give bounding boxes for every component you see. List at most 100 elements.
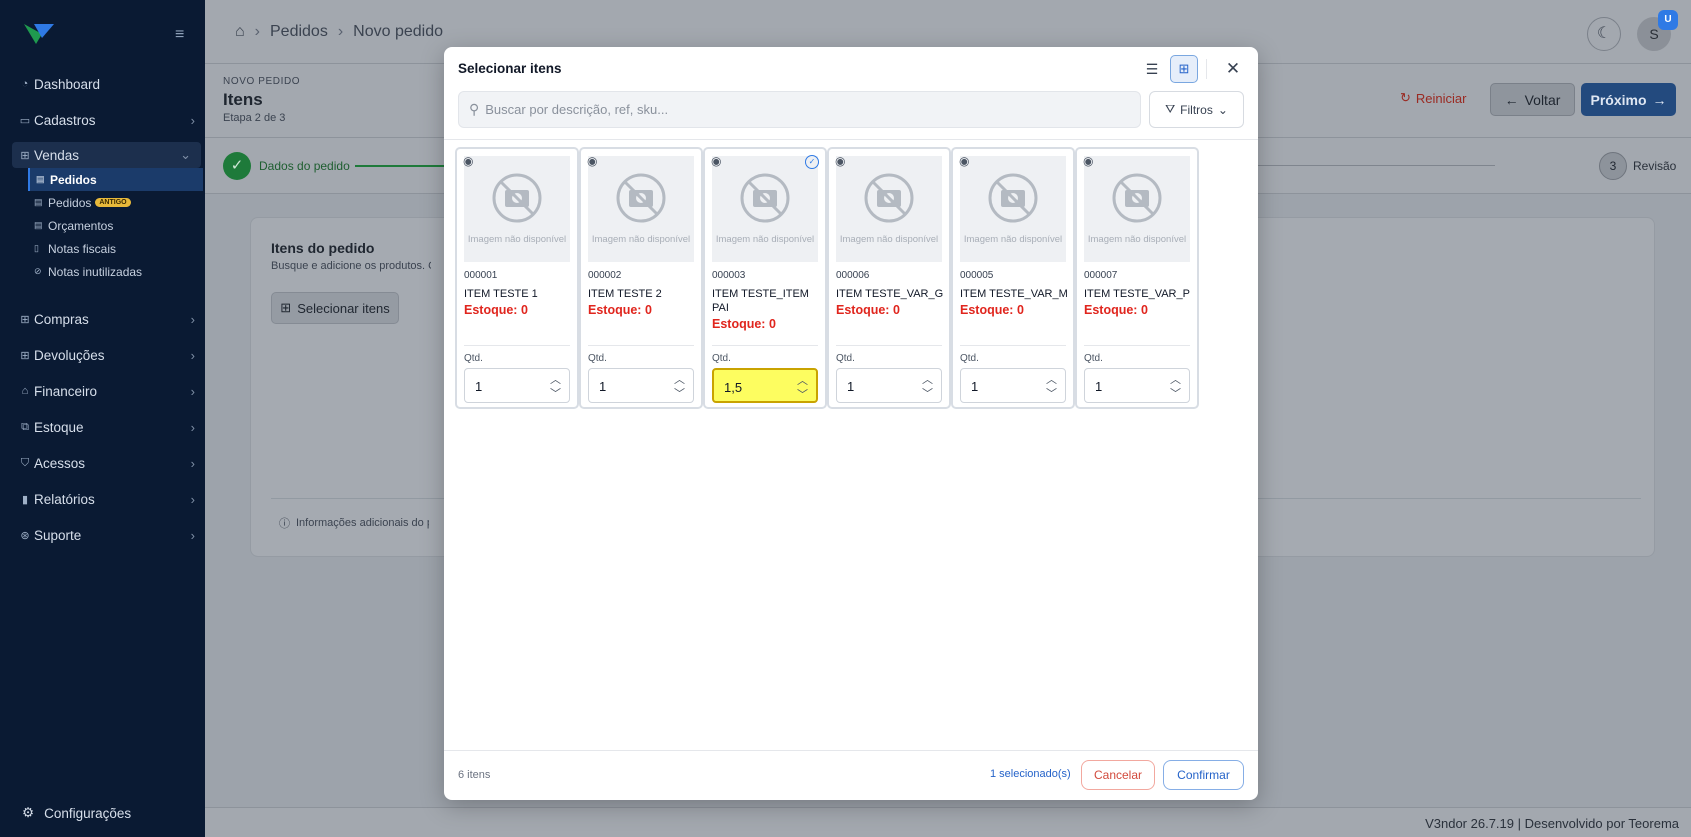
selecionar-itens-button[interactable]: ⊞ Selecionar itens [271,292,399,324]
proximo-button[interactable]: Próximo → [1581,83,1676,116]
product-card[interactable]: Imagem não disponível ◉ 000002 ITEM TEST… [579,147,703,409]
step-3-number: 3 [1599,152,1627,180]
chevron-down-icon[interactable]: ﹀ [1170,385,1181,401]
grid-view-icon[interactable]: ⊞ [1170,55,1198,83]
product-stock: Estoque: 0 [1084,303,1148,317]
quantity-input[interactable] [847,379,917,394]
product-image-placeholder: Imagem não disponível [712,156,818,262]
quantity-input[interactable] [599,379,669,394]
divider [444,139,1258,140]
sub-label: Pedidos [48,195,92,210]
quantity-input[interactable] [475,379,545,394]
product-image-placeholder: Imagem não disponível [1084,156,1190,262]
eye-icon[interactable]: ◉ [463,154,473,168]
chevron-down-icon[interactable]: ﹀ [550,385,561,401]
product-stock: Estoque: 0 [588,303,652,317]
arrow-right-icon: → [1652,91,1667,108]
breadcrumb-pedidos[interactable]: Pedidos [270,23,328,41]
sub-label: Pedidos [50,172,97,187]
nav-item-relatorios[interactable]: ▮ Relatórios › [0,481,205,517]
menu-toggle-icon[interactable]: ≡ [175,26,184,44]
sidebar-item-pedidos[interactable]: ▤ Pedidos [28,168,203,191]
nav-item-cadastros[interactable]: ▭ Cadastros › [0,102,205,138]
items-count: 6 itens [458,769,491,781]
nav-item-configuracoes[interactable]: ⚙ Configurações [22,805,131,821]
close-icon[interactable]: ✕ [1222,56,1244,82]
home-icon[interactable]: ⌂ [235,23,245,41]
card-subtitle: Busque e adicione os produtos. O p [271,260,431,272]
nav-item-vendas[interactable]: ⊞ Vendas ⌄ [12,142,201,168]
filtros-button[interactable]: ⛛ Filtros ⌄ [1149,91,1244,128]
dashboard-icon: ◔ [21,78,29,90]
step-1-label: Dados do pedido [259,159,350,173]
file-icon: ▯ [34,243,39,253]
eye-icon[interactable]: ◉ [1083,154,1093,168]
quantity-input[interactable] [1095,379,1165,394]
chevron-down-icon[interactable]: ﹀ [674,385,685,401]
sidebar-item-orcamentos[interactable]: ▤ Orçamentos [28,214,205,237]
product-image-placeholder: Imagem não disponível [464,156,570,262]
sidebar-item-notas-fiscais[interactable]: ▯ Notas fiscais [28,237,205,260]
nav-item-devolucoes[interactable]: ⊞ Devoluções › [0,337,205,373]
product-stock: Estoque: 0 [712,317,776,331]
no-image-icon [1112,173,1162,223]
nav-item-acessos[interactable]: ⛉ Acessos › [0,445,205,481]
chevron-down-icon[interactable]: ﹀ [797,386,808,402]
reiniciar-label: Reiniciar [1415,90,1467,106]
quantity-stepper: ︿ ﹀ [588,368,694,403]
eye-icon[interactable]: ◉ [587,154,597,168]
selecionar-itens-label: Selecionar itens [297,300,390,316]
nav-item-estoque[interactable]: ⧉ Estoque › [0,409,205,445]
quantity-stepper: ︿ ﹀ [836,368,942,403]
filtros-label: Filtros [1180,102,1213,117]
nav-item-suporte[interactable]: ⊛ Suporte › [0,517,205,553]
search-input[interactable] [485,102,1106,117]
sidebar-item-pedidos-antigo[interactable]: ▤ Pedidos ANTIGO [28,191,205,214]
quantity-stepper: ︿ ﹀ [712,368,818,403]
quantity-input[interactable] [724,380,794,395]
no-image-icon [988,173,1038,223]
quantity-stepper: ︿ ﹀ [960,368,1066,403]
chevron-right-icon: › [190,383,195,399]
product-card[interactable]: Imagem não disponível ◉ 000005 ITEM TEST… [951,147,1075,409]
no-image-caption: Imagem não disponível [963,234,1063,245]
list-view-icon[interactable]: ☰ [1138,55,1166,83]
product-stock: Estoque: 0 [960,303,1024,317]
product-name: ITEM TESTE_VAR_P [1084,288,1190,300]
nav-item-dashboard[interactable]: ◔ Dashboard [0,66,205,102]
voltar-button[interactable]: ← Voltar [1490,83,1575,116]
bank-icon: ⌂ [21,385,29,397]
cancel-button[interactable]: Cancelar [1081,760,1155,790]
eye-icon[interactable]: ◉ [835,154,845,168]
chevron-right-icon: › [190,347,195,363]
quantity-input[interactable] [971,379,1041,394]
chevron-down-icon[interactable]: ﹀ [1046,385,1057,401]
product-grid: Imagem não disponível ◉ 000001 ITEM TEST… [455,147,1255,417]
check-circle-icon: ✓ [805,155,819,169]
nav-label: Estoque [34,419,84,435]
chevron-down-icon[interactable]: ﹀ [922,385,933,401]
eye-icon[interactable]: ◉ [959,154,969,168]
dark-mode-toggle-icon[interactable]: ☾ [1587,17,1621,51]
product-card[interactable]: Imagem não disponível ◉ 000001 ITEM TEST… [455,147,579,409]
product-card[interactable]: Imagem não disponível ◉ 000007 ITEM TEST… [1075,147,1199,409]
nav-item-financeiro[interactable]: ⌂ Financeiro › [0,373,205,409]
cart-icon: ⊞ [20,313,30,326]
additional-info[interactable]: ⓘ Informações adicionais do pe [279,515,429,531]
product-name: ITEM TESTE_VAR_G [836,288,944,300]
nav-item-compras[interactable]: ⊞ Compras › [0,301,205,337]
product-stock: Estoque: 0 [836,303,900,317]
nav-label: Compras [34,311,89,327]
eye-icon[interactable]: ◉ [711,154,721,168]
chevron-right-icon: › [190,419,195,435]
sidebar-item-notas-inutilizadas[interactable]: ⊘ Notas inutilizadas [28,260,205,283]
cart-icon: ⊞ [20,349,30,362]
arrow-left-icon: ← [1504,91,1519,108]
product-card-selected[interactable]: Imagem não disponível ◉ ✓ 000003 ITEM TE… [703,147,827,409]
select-items-modal: Selecionar itens ☰ ⊞ ✕ ⚲ ⛛ Filtros ⌄ Ima… [444,47,1258,800]
confirm-button[interactable]: Confirmar [1163,760,1244,790]
reiniciar-button[interactable]: ↻ Reiniciar [1400,90,1466,106]
boxes-icon: ⧉ [21,420,29,433]
product-image-placeholder: Imagem não disponível [960,156,1066,262]
product-card[interactable]: Imagem não disponível ◉ 000006 ITEM TEST… [827,147,951,409]
